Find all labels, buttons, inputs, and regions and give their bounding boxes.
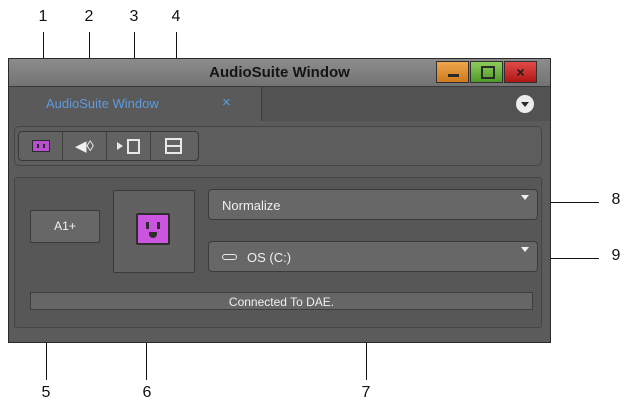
callout-3: 3 [129, 8, 139, 25]
tab-menu-button[interactable] [516, 95, 534, 113]
minimize-icon [448, 74, 459, 77]
status-bar: Connected To DAE. [30, 292, 533, 310]
plugin-dropdown[interactable]: Normalize [208, 189, 538, 220]
audiosuite-panel: A1+ Normalize OS (C:) Connected To DAE. [14, 177, 542, 328]
callout-4: 4 [171, 8, 181, 25]
track-selection-label: A1+ [54, 219, 76, 233]
audiosuite-window: AudioSuite Window × AudioSuite Window × … [8, 58, 551, 343]
drive-icon [222, 254, 237, 260]
title-bar[interactable]: AudioSuite Window × [9, 59, 550, 87]
drive-dropdown-value: OS (C:) [247, 250, 292, 265]
callout-6: 6 [142, 384, 152, 401]
callout-1: 1 [38, 8, 48, 25]
plugin-select-button[interactable] [19, 132, 63, 160]
play-arrow-icon [117, 142, 123, 150]
callout-7: 7 [361, 384, 371, 401]
maximize-button[interactable] [470, 61, 503, 83]
callout-2: 2 [84, 8, 94, 25]
maximize-icon [481, 66, 495, 79]
callout-8: 8 [611, 191, 621, 208]
preview-audio-icon: ◀◊ [75, 138, 94, 155]
close-icon: × [516, 64, 525, 80]
render-video-button[interactable] [107, 132, 151, 160]
toolbar: ◀◊ [14, 126, 542, 166]
split-view-icon [165, 138, 182, 154]
close-button[interactable]: × [504, 61, 537, 83]
tab-label: AudioSuite Window [46, 96, 159, 111]
chevron-down-icon [521, 102, 529, 107]
callout-5: 5 [41, 384, 51, 401]
plugin-activation-button[interactable] [113, 190, 195, 273]
plugin-dropdown-value: Normalize [222, 198, 281, 213]
toolbar-button-group: ◀◊ [18, 131, 199, 161]
callout-9: 9 [611, 247, 621, 264]
tab-close-icon[interactable]: × [222, 94, 231, 111]
minimize-button[interactable] [436, 61, 469, 83]
drive-dropdown[interactable]: OS (C:) [208, 241, 538, 272]
status-text: Connected To DAE. [228, 295, 335, 309]
plugin-icon [136, 213, 170, 245]
track-selection-button[interactable]: A1+ [30, 210, 100, 243]
chevron-down-icon [521, 195, 529, 200]
tab-audiosuite-window[interactable]: AudioSuite Window × [9, 87, 262, 121]
tab-bar: AudioSuite Window × [9, 87, 550, 121]
preview-audio-button[interactable]: ◀◊ [63, 132, 107, 160]
split-view-button[interactable] [151, 132, 198, 160]
film-frame-icon [127, 139, 140, 154]
chevron-down-icon [521, 247, 529, 252]
plugin-icon [32, 140, 50, 152]
